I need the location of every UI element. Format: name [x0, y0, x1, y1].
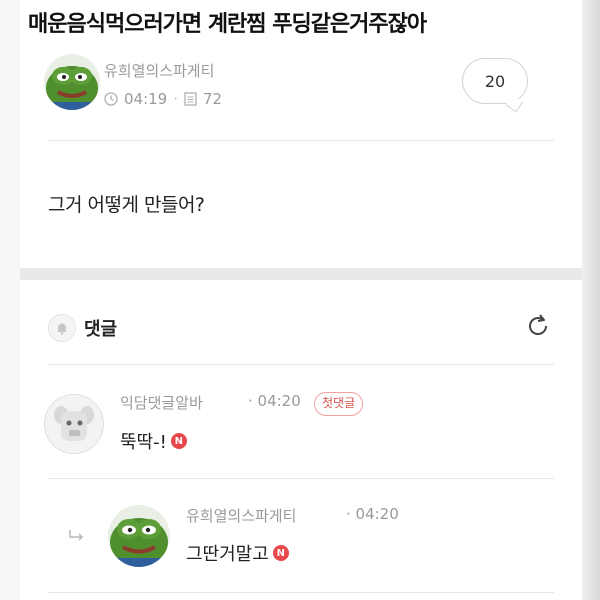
post-author-avatar[interactable] — [44, 54, 100, 110]
post-title: 매운음식먹으러가면 계란찜 푸딩같은거주잖아 — [28, 12, 427, 37]
section-separator — [20, 268, 582, 280]
reply-arrow-icon — [68, 528, 86, 547]
post-body: 그거 어떻게 만들어? — [48, 194, 205, 216]
post-views: 72 — [203, 90, 223, 108]
reply-time: · 04:20 — [346, 505, 399, 523]
divider — [48, 592, 554, 593]
comments-header: 댓글 — [84, 319, 118, 340]
document-icon — [184, 92, 197, 106]
post-author-name[interactable]: 유희열의스파게티 — [104, 60, 214, 81]
comment-body: 뚝딱-! — [120, 432, 167, 453]
reply-author[interactable]: 유희열의스파게티 — [186, 505, 296, 526]
post-time: 04:19 — [124, 90, 168, 108]
new-badge: N — [170, 433, 187, 449]
meta-separator: · — [173, 90, 179, 108]
divider — [48, 364, 554, 365]
divider — [48, 140, 554, 141]
comment-text: 뚝딱-! N — [120, 428, 187, 454]
bell-icon — [48, 314, 76, 342]
comment-count: 20 — [484, 71, 506, 91]
reply-text: 그딴거말고 N — [186, 540, 289, 566]
comment-author[interactable]: 익담댓글알바 — [120, 392, 203, 413]
reply-author-avatar[interactable] — [108, 505, 170, 567]
screen-edge — [582, 0, 600, 600]
comment-time: · 04:20 — [248, 392, 301, 410]
post-meta: 04:19 · 72 — [104, 90, 222, 108]
divider — [48, 478, 554, 479]
reply-body: 그딴거말고 — [186, 544, 269, 565]
clock-icon — [104, 92, 118, 106]
commenter-avatar[interactable] — [44, 394, 104, 454]
new-badge: N — [272, 545, 289, 561]
first-comment-badge: 첫댓글 — [314, 392, 364, 416]
refresh-icon[interactable] — [522, 310, 554, 342]
